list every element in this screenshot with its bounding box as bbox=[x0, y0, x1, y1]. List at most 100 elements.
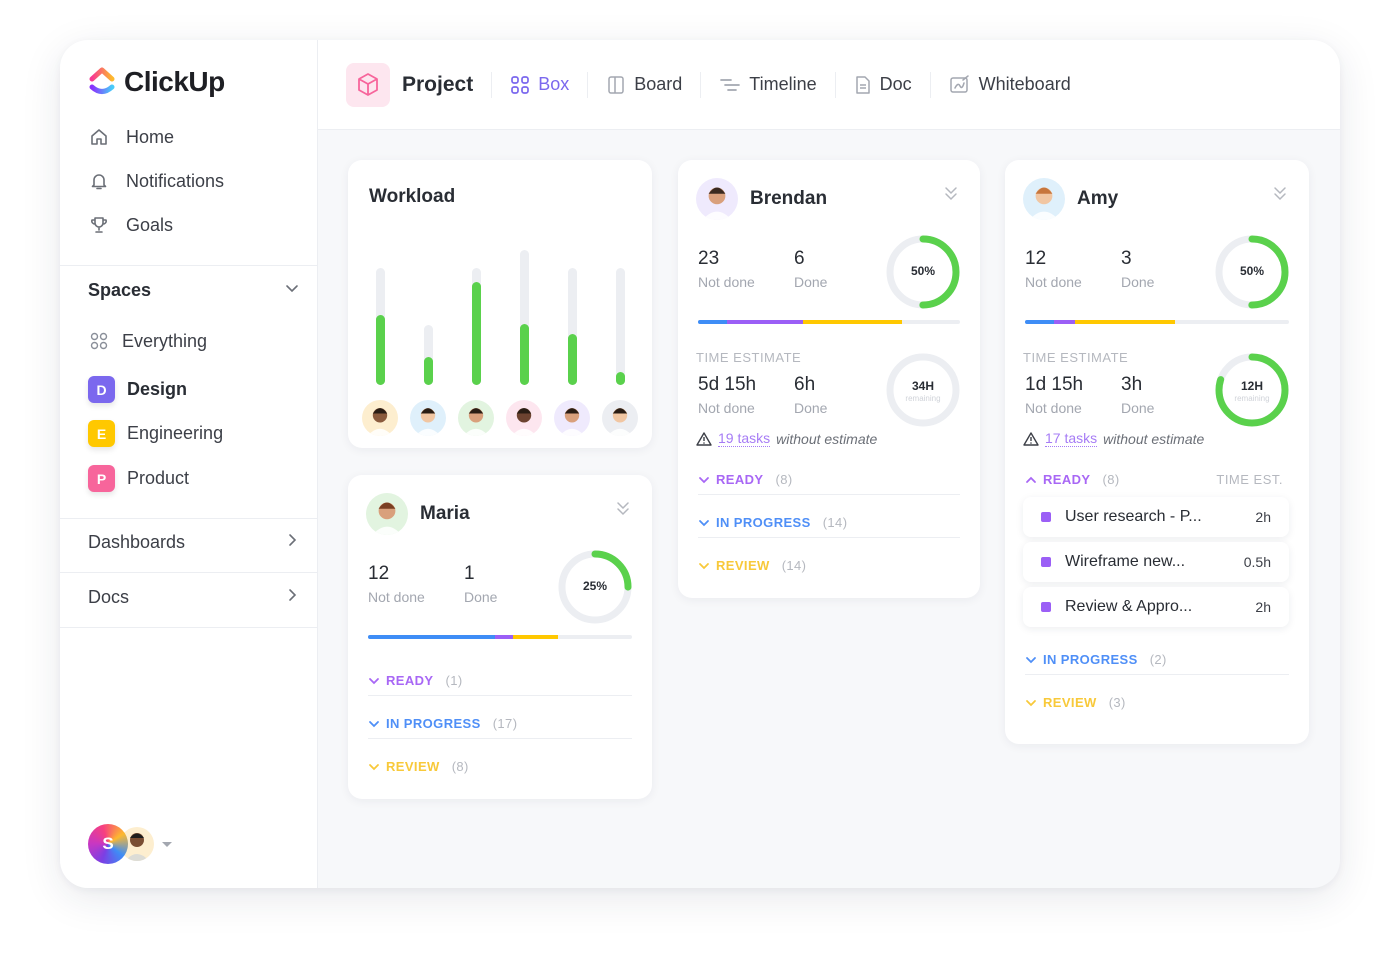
space-badge: D bbox=[88, 376, 115, 403]
done-label: Done bbox=[794, 274, 828, 290]
workload-avatar[interactable] bbox=[410, 400, 446, 436]
status-group-ready[interactable]: READY (1) bbox=[368, 673, 463, 688]
not-done-value: 12 bbox=[1025, 248, 1047, 269]
spaces-header[interactable]: Spaces bbox=[88, 280, 300, 301]
workload-avatar[interactable] bbox=[554, 400, 590, 436]
te-not-done-label: Not done bbox=[1025, 400, 1082, 416]
workload-avatar[interactable] bbox=[362, 400, 398, 436]
chevron-down-icon bbox=[698, 475, 710, 485]
task-row[interactable]: Wireframe new... 0.5h bbox=[1023, 542, 1289, 582]
nav-notifications[interactable]: Notifications bbox=[88, 170, 224, 192]
sidebar: ClickUp Home Notifications Goals Spaces bbox=[60, 40, 318, 888]
status-group-ready[interactable]: READY (8) bbox=[698, 472, 793, 487]
status-label: REVIEW bbox=[386, 759, 440, 774]
task-estimate: 2h bbox=[1255, 599, 1271, 615]
space-design[interactable]: D Design bbox=[88, 376, 187, 403]
estimate-warning: 17 tasks without estimate bbox=[1023, 430, 1204, 447]
task-status-dot bbox=[1041, 602, 1051, 612]
workload-bar-fill[interactable] bbox=[616, 371, 625, 385]
collapse-icon[interactable] bbox=[944, 186, 958, 207]
warning-text: without estimate bbox=[776, 430, 878, 447]
workload-avatar[interactable] bbox=[602, 400, 638, 436]
warning-icon bbox=[1023, 431, 1039, 446]
person-header: Amy bbox=[1023, 178, 1118, 220]
workload-bar-fill[interactable] bbox=[424, 356, 433, 385]
caret-down-icon[interactable] bbox=[162, 841, 172, 847]
status-group-review[interactable]: REVIEW (14) bbox=[698, 558, 806, 573]
not-done-value: 23 bbox=[698, 248, 720, 269]
workload-bar-fill[interactable] bbox=[376, 314, 385, 385]
status-label: REVIEW bbox=[716, 558, 770, 573]
done-value: 3 bbox=[1121, 248, 1132, 269]
person-header: Brendan bbox=[696, 178, 827, 220]
workload-bar-fill[interactable] bbox=[472, 281, 481, 385]
status-group-ready[interactable]: READY (8) bbox=[1025, 472, 1120, 487]
status-group-review[interactable]: REVIEW (3) bbox=[1025, 695, 1126, 710]
nav-dashboards[interactable]: Dashboards bbox=[88, 532, 300, 553]
whiteboard-icon bbox=[949, 74, 971, 95]
space-badge: P bbox=[88, 465, 115, 492]
space-product[interactable]: P Product bbox=[88, 465, 189, 492]
user-menu[interactable]: S bbox=[88, 824, 172, 864]
done-stat: 1 Done bbox=[464, 563, 497, 605]
tab-timeline[interactable]: Timeline bbox=[719, 74, 817, 95]
chevron-down-icon bbox=[1025, 655, 1037, 665]
status-group-review[interactable]: REVIEW (8) bbox=[368, 759, 469, 774]
nav-goals[interactable]: Goals bbox=[88, 214, 173, 236]
chevron-down-icon bbox=[368, 762, 380, 772]
person-name: Amy bbox=[1077, 188, 1119, 209]
task-row[interactable]: Review & Appro... 2h bbox=[1023, 587, 1289, 627]
person-card-amy: Amy 12 Not done 3 Done 50% TIME ESTIMATE 1d 15h… bbox=[1005, 160, 1309, 744]
space-everything[interactable]: Everything bbox=[88, 330, 207, 352]
chevron-down-icon bbox=[1025, 698, 1037, 708]
tasks-without-estimate-link[interactable]: 17 tasks bbox=[1045, 430, 1098, 447]
tab-box[interactable]: Box bbox=[510, 74, 569, 95]
te-not-done-stat: 5d 15h Not done bbox=[698, 374, 756, 416]
person-name: Brendan bbox=[750, 188, 828, 209]
progress-segment bbox=[368, 635, 495, 639]
status-label: READY bbox=[1043, 472, 1091, 487]
person-avatar[interactable] bbox=[1023, 178, 1065, 220]
status-count: (14) bbox=[822, 515, 848, 530]
space-engineering[interactable]: E Engineering bbox=[88, 420, 223, 447]
nav-home[interactable]: Home bbox=[88, 126, 174, 148]
tab-whiteboard[interactable]: Whiteboard bbox=[949, 74, 1071, 95]
progress-segment bbox=[1075, 320, 1176, 324]
project-cube-icon bbox=[346, 62, 390, 107]
person-avatar[interactable] bbox=[366, 493, 408, 535]
nav-home-label: Home bbox=[126, 126, 175, 147]
doc-icon bbox=[854, 75, 872, 95]
person-card-brendan: Brendan 23 Not done 6 Done 50% TIME ESTIMATE 5d… bbox=[678, 160, 980, 598]
tab-doc[interactable]: Doc bbox=[854, 74, 912, 95]
chevron-down-icon[interactable] bbox=[284, 280, 300, 301]
status-label: IN PROGRESS bbox=[1043, 652, 1138, 667]
space-label: Engineering bbox=[127, 423, 224, 443]
clickup-logo[interactable]: ClickUp bbox=[88, 66, 225, 98]
te-not-done-value: 5d 15h bbox=[698, 374, 757, 395]
status-group-in-progress[interactable]: IN PROGRESS (14) bbox=[698, 515, 847, 530]
person-avatar[interactable] bbox=[696, 178, 738, 220]
tasks-without-estimate-link[interactable]: 19 tasks bbox=[718, 430, 771, 447]
workload-bar-fill[interactable] bbox=[520, 323, 529, 385]
completion-percent: 50% bbox=[910, 264, 936, 278]
nav-docs[interactable]: Docs bbox=[88, 587, 300, 608]
workload-avatar[interactable] bbox=[458, 400, 494, 436]
task-row[interactable]: User research - P... 2h bbox=[1023, 497, 1289, 537]
workload-bar-fill[interactable] bbox=[568, 334, 577, 385]
warning-text: without estimate bbox=[1103, 430, 1205, 447]
tab-separator bbox=[587, 71, 589, 98]
time-estimate-label: TIME ESTIMATE bbox=[1023, 350, 1129, 365]
grid-icon bbox=[510, 75, 530, 95]
task-status-dot bbox=[1041, 512, 1051, 522]
user-avatar[interactable]: S bbox=[88, 824, 128, 864]
workload-avatar[interactable] bbox=[506, 400, 542, 436]
status-group-in-progress[interactable]: IN PROGRESS (2) bbox=[1025, 652, 1167, 667]
done-label: Done bbox=[1121, 274, 1155, 290]
time-remaining-value: 34H bbox=[911, 379, 934, 393]
status-group-in-progress[interactable]: IN PROGRESS (17) bbox=[368, 716, 517, 731]
tab-board[interactable]: Board bbox=[606, 74, 682, 95]
collapse-icon[interactable] bbox=[616, 501, 630, 522]
status-label: REVIEW bbox=[1043, 695, 1097, 710]
progress-segment bbox=[726, 320, 803, 324]
collapse-icon[interactable] bbox=[1273, 186, 1287, 207]
